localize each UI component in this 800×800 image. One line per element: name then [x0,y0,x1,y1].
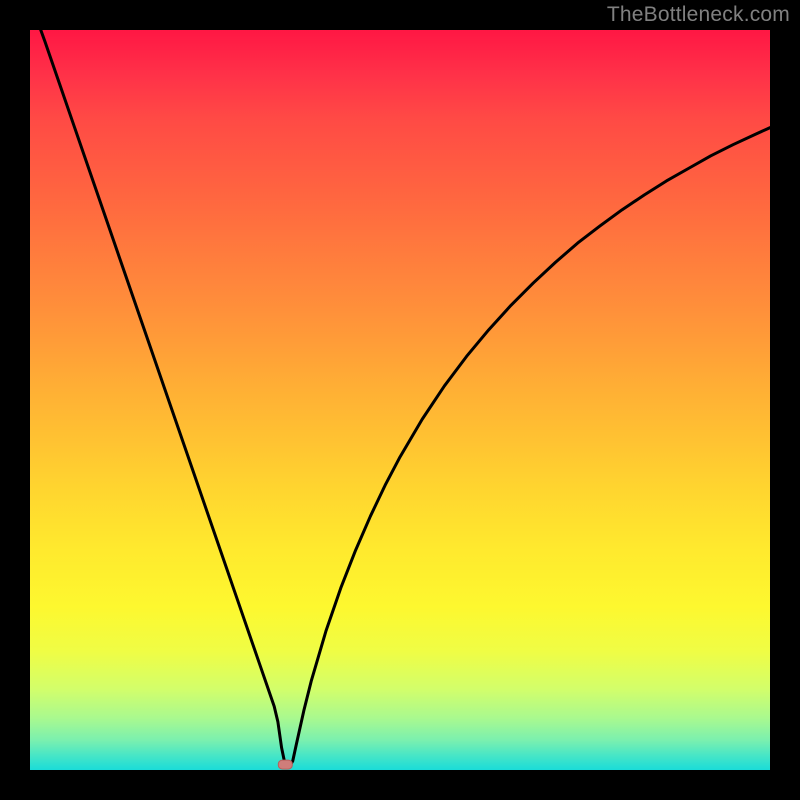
bottleneck-curve [30,30,770,767]
min-marker [278,760,292,769]
watermark-text: TheBottleneck.com [607,3,790,27]
plot-area [30,30,770,770]
curve-layer [30,30,770,770]
chart-frame: TheBottleneck.com [0,0,800,800]
